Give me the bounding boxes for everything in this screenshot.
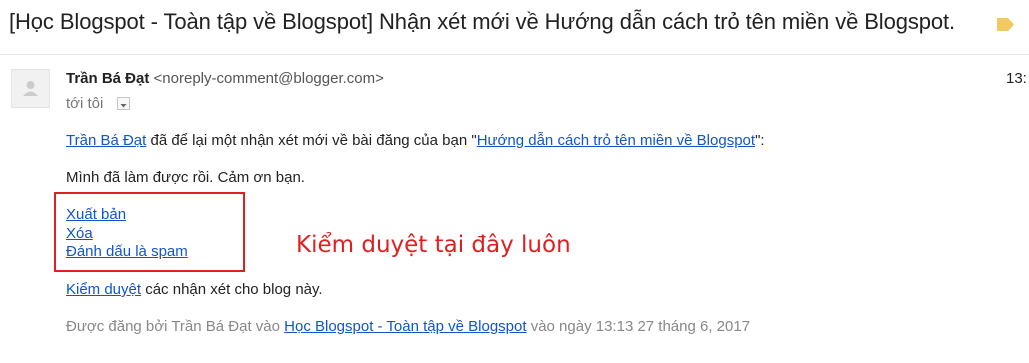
label-tag-icon[interactable]	[997, 18, 1014, 31]
header-divider	[0, 54, 1029, 55]
avatar[interactable]	[11, 69, 50, 108]
recipient-label: tới tôi	[66, 95, 104, 112]
annotation-highlight-box	[54, 192, 245, 272]
moderate-text: các nhận xét cho blog này.	[141, 281, 323, 298]
footer-suffix: vào ngày 13:13 27 tháng 6, 2017	[526, 318, 751, 335]
comment-text: Mình đã làm được rồi. Cảm ơn bạn.	[66, 169, 305, 186]
person-icon	[23, 81, 38, 96]
email-time: 13:	[1006, 70, 1027, 87]
sender-name[interactable]: Trần Bá Đạt	[66, 70, 149, 87]
footer-prefix: Được đăng bởi Trần Bá Đạt vào	[66, 318, 285, 335]
sender: Trần Bá Đạt <noreply-comment@blogger.com…	[66, 70, 384, 87]
recipient-details-dropdown[interactable]	[117, 97, 130, 110]
moderate-link[interactable]: Kiểm duyệt	[66, 281, 141, 298]
intro-end: ":	[755, 132, 765, 149]
blog-link[interactable]: Học Blogspot - Toàn tập về Blogspot	[284, 318, 526, 335]
comment-author-link[interactable]: Trần Bá Đạt	[66, 132, 146, 149]
post-link[interactable]: Hướng dẫn cách trỏ tên miền về Blogspot	[477, 132, 755, 149]
intro-text: đã để lại một nhận xét mới về bài đăng c…	[146, 132, 477, 149]
comment-intro: Trần Bá Đạt đã để lại một nhận xét mới v…	[66, 132, 765, 149]
email-subject: [Học Blogspot - Toàn tập về Blogspot] Nh…	[9, 9, 956, 34]
posted-by-footer: Được đăng bởi Trần Bá Đạt vào Học Blogsp…	[66, 318, 750, 335]
moderate-line: Kiểm duyệt các nhận xét cho blog này.	[66, 281, 323, 298]
annotation-text: Kiểm duyệt tại đây luôn	[296, 232, 571, 258]
chevron-down-icon	[120, 104, 127, 108]
sender-email: <noreply-comment@blogger.com>	[153, 70, 384, 87]
